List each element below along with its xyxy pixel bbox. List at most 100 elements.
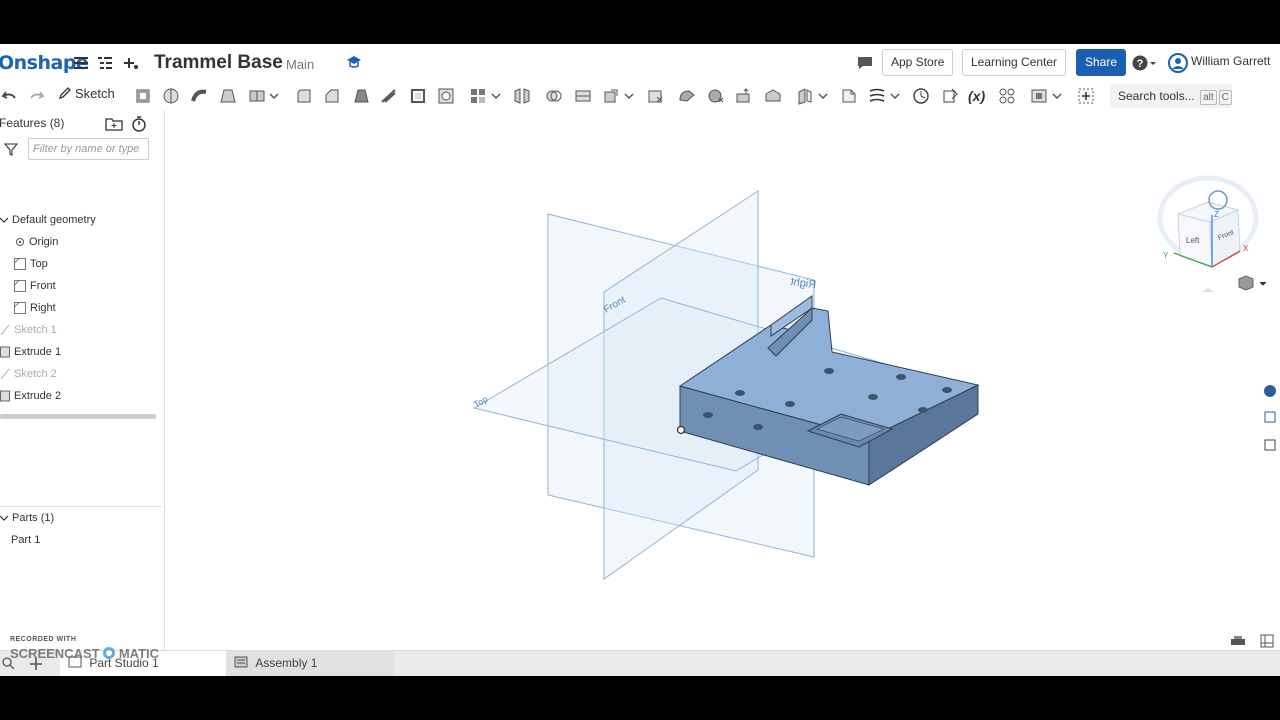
view-cube[interactable]: Left Front X Y Z [1157,175,1259,292]
z-axis-label: Z [1214,210,1219,219]
hamburger-menu-icon[interactable] [72,54,90,72]
draft-icon[interactable] [351,86,371,106]
boolean-icon[interactable] [544,86,564,106]
plane-icon [14,280,26,293]
app-store-button[interactable]: App Store [882,49,954,76]
parts-group[interactable]: Parts (1) [0,510,54,526]
measure-icon[interactable] [911,86,931,106]
parts-heading: Parts (1) [12,512,55,524]
tree-label: Extrude 1 [14,346,62,358]
comment-icon[interactable] [856,55,874,71]
chevron-down-icon[interactable] [490,86,502,106]
pattern-icon[interactable] [468,86,488,106]
modify-fillet-icon[interactable] [677,86,697,106]
add-custom-feature-icon[interactable] [1076,86,1096,106]
panel-divider[interactable] [0,506,162,507]
rib-icon[interactable] [379,86,399,106]
feature-list-icon[interactable] [96,54,114,72]
screencast-watermark: RECORDED WITH SCREENCAST MATIC [10,636,159,661]
onshape-window: Onshape Trammel Base Main App Store Lear… [0,44,1280,676]
move-face-icon[interactable] [734,86,754,106]
helix-icon[interactable] [867,86,887,106]
tree-item-right-plane[interactable]: Right [14,300,56,316]
extrude-icon [0,390,10,402]
part-item[interactable]: Part 1 [11,532,40,548]
rollback-stopwatch-icon[interactable] [131,115,147,132]
section-view-icon[interactable] [940,86,960,106]
chevron-down-icon[interactable] [623,86,635,106]
user-name[interactable]: William Garrett [1191,54,1270,68]
graphics-viewport[interactable]: Front Right Top Left Front X Y Z [166,110,1280,658]
model-scene: Front Right Top Left Front X Y Z [472,175,1276,580]
origin-marker[interactable] [676,425,686,435]
replace-face-icon[interactable] [763,86,783,106]
plane-icon[interactable] [795,86,815,106]
tab-assembly-1[interactable]: Assembly 1 [226,651,394,676]
delete-face-icon[interactable] [706,86,726,106]
tree-label: Origin [29,236,59,248]
hole-icon[interactable] [436,86,456,106]
sketch-button[interactable]: Sketch [58,86,115,106]
layout-icon[interactable] [1260,634,1274,648]
revolve-icon[interactable] [161,86,181,106]
feature-list-scrollbar[interactable] [0,414,156,419]
chevron-down-icon[interactable] [817,86,829,106]
share-button[interactable]: Share [1076,49,1127,76]
tree-item-default-geometry[interactable]: Default geometry [0,212,96,228]
tree-item-sketch-2[interactable]: Sketch 2 [0,366,57,382]
chevron-down-icon[interactable] [889,86,901,106]
features-heading[interactable]: Features (8) [0,116,64,130]
render-mode-icon[interactable] [1264,385,1276,397]
tree-label: Sketch 2 [14,368,57,380]
tree-item-front-plane[interactable]: Front [14,278,56,294]
tree-label: Default geometry [12,214,96,226]
tree-item-origin[interactable]: Origin [15,234,58,250]
search-tools-input[interactable]: Search tools... alt C [1110,84,1232,108]
shortcut-alt: alt [1200,90,1217,105]
help-icon[interactable]: ? [1132,55,1158,71]
split-icon[interactable] [573,86,593,106]
mate-connector-icon[interactable] [839,86,859,106]
user-avatar-icon[interactable] [1168,53,1188,73]
extrude-icon[interactable] [133,86,153,106]
shell-icon[interactable] [408,86,428,106]
document-title[interactable]: Trammel Base [154,52,283,74]
undo-icon[interactable] [0,86,20,106]
tree-label: Top [30,258,48,270]
tree-item-extrude-2[interactable]: Extrude 2 [0,388,61,404]
watermark-line2: SCREENCAST MATIC [10,646,160,661]
transform-icon[interactable] [601,86,621,106]
watermark-line1: RECORDED WITH [10,636,77,643]
custom-features-icon[interactable] [997,86,1017,106]
variable-icon[interactable]: (x) [968,86,990,106]
chevron-down-icon[interactable] [1051,86,1063,106]
print-icon[interactable] [1230,635,1246,647]
chevron-down-icon[interactable] [268,86,280,106]
add-folder-icon[interactable] [105,116,123,132]
tree-item-top-plane[interactable]: Top [14,256,48,272]
learning-center-button[interactable]: Learning Center [962,49,1067,76]
x-axis-label: X [1243,244,1249,253]
tree-item-extrude-1[interactable]: Extrude 1 [0,344,61,360]
insert-icon[interactable] [122,54,140,72]
graduation-cap-icon[interactable] [346,55,362,69]
fillet-icon[interactable] [294,86,314,106]
view-options-dropdown[interactable] [1238,275,1267,291]
delete-part-icon[interactable] [645,86,665,106]
redo-icon[interactable] [26,86,46,106]
tree-label: Front [30,280,56,292]
loft-icon[interactable] [218,86,238,106]
filter-icon[interactable] [4,142,18,156]
appearance-icon[interactable] [1029,86,1049,106]
feature-filter-input[interactable]: Filter by name or type [28,138,149,160]
branch-name[interactable]: Main [286,57,314,72]
thicken-icon[interactable] [247,86,267,106]
named-views-icon[interactable] [1264,439,1276,451]
sweep-icon[interactable] [190,86,210,106]
sketch-icon [0,368,10,380]
tree-label: Sketch 1 [14,324,57,336]
tree-item-sketch-1[interactable]: Sketch 1 [0,322,57,338]
chamfer-icon[interactable] [322,86,342,106]
display-states-icon[interactable] [1264,411,1276,423]
mirror-icon[interactable] [512,86,532,106]
